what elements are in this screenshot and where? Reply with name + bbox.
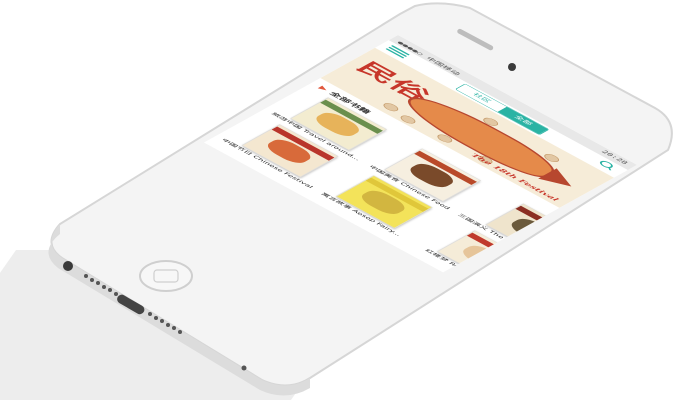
banner-title-art: 民俗 <box>350 58 437 105</box>
banner-figure <box>380 101 401 113</box>
cover-illustration <box>310 109 365 140</box>
cover-illustration <box>262 136 316 166</box>
banner-figure <box>397 114 419 126</box>
triangle-bullet-icon <box>317 85 329 92</box>
cover-illustration <box>356 187 410 217</box>
stage: ●●●●○ 中国移动 20:28 社区 全部 民俗 The 18th Festi… <box>0 0 684 400</box>
camera-icon <box>508 63 516 71</box>
cover-illustration <box>404 160 459 190</box>
